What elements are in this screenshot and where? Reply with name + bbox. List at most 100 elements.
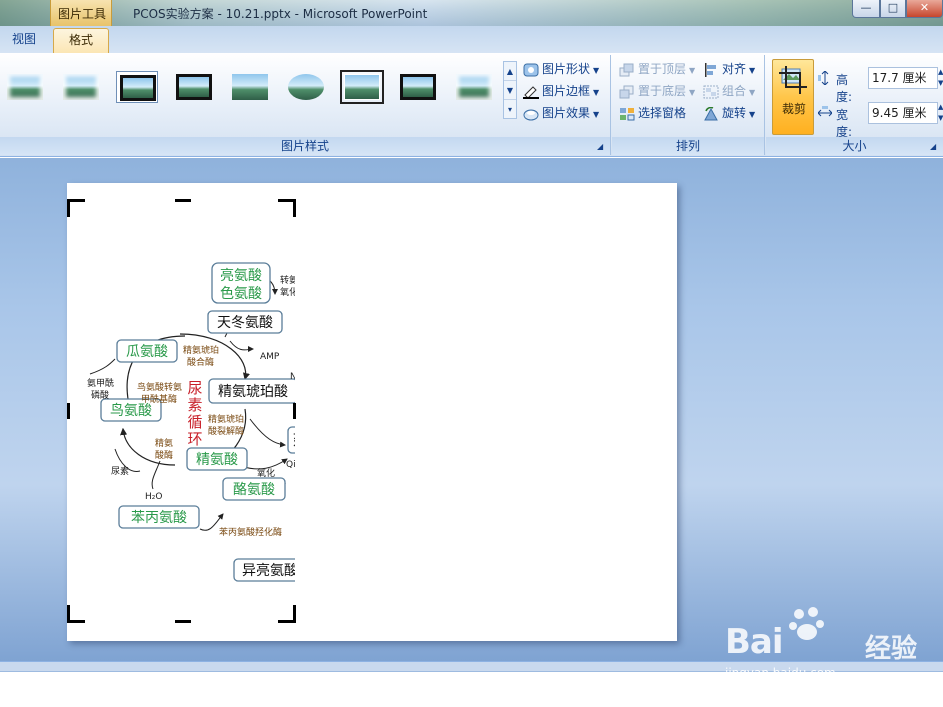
annot-carbamoyl-2: 磷酸 [91, 389, 109, 401]
cycle-label-1: 尿 [187, 379, 202, 397]
crop-handle-left[interactable] [67, 403, 70, 419]
picture-effects-icon [523, 109, 539, 120]
rotate-icon [704, 106, 718, 120]
height-icon [818, 71, 829, 85]
crop-handle-top-right[interactable] [293, 199, 296, 217]
picture-effects-button[interactable]: 图片效果 ▼ [523, 103, 599, 123]
style-thumbnail[interactable] [397, 71, 439, 103]
selection-pane-label: 选择窗格 [638, 106, 687, 120]
annot-carbamoyl-1: 氨甲酰 [87, 377, 114, 389]
gallery-down-icon[interactable]: ▼ [504, 81, 516, 100]
spin-down-icon[interactable]: ▼ [938, 113, 943, 124]
node-leu-text: 亮氨酸 [220, 267, 262, 284]
node-citrulline-text: 瓜氨酸 [126, 344, 168, 360]
annot-arginase-2: 酸酶 [155, 449, 173, 461]
rotate-button[interactable]: 旋转 ▼ [703, 103, 755, 123]
bring-to-front-icon [619, 63, 634, 76]
picture-border-button[interactable]: 图片边框 ▼ [523, 81, 599, 101]
send-to-back-label: 置于底层 [638, 84, 687, 98]
width-input[interactable]: 9.45 厘米 [868, 102, 938, 124]
style-thumbnail[interactable] [285, 71, 327, 103]
group-label-size: 大小 [766, 137, 943, 155]
send-to-back-icon [619, 85, 634, 98]
spin-up-icon[interactable]: ▲ [938, 102, 943, 113]
crop-handle-right[interactable] [293, 403, 296, 419]
contextual-tab-label: 图片工具 [57, 7, 106, 21]
crop-handle-bottom-right[interactable] [293, 605, 296, 623]
style-preview [232, 74, 268, 100]
width-label: 宽度: [836, 108, 853, 139]
group-button[interactable]: 组合 ▼ [703, 81, 755, 101]
style-thumbnail[interactable] [173, 71, 215, 103]
group-label-arrange: 排列 [612, 137, 764, 155]
style-preview [340, 70, 384, 104]
cycle-label-4: 环 [187, 430, 202, 448]
slide[interactable]: 亮氨酸 色氨酸 天冬氨酸 瓜氨酸 精氨琥珀酸 鸟氨酸 精氨酸 酪氨酸 苯丙氨酸 … [67, 183, 677, 641]
style-thumbnail[interactable] [116, 71, 158, 103]
picture-shape-label: 图片形状 [542, 62, 591, 76]
minimize-button[interactable]: — [852, 0, 880, 18]
maximize-button[interactable]: □ [880, 0, 906, 18]
selection-pane-button[interactable]: 选择窗格 [619, 103, 686, 123]
picture-effects-label: 图片效果 [542, 106, 591, 120]
selection-pane-icon [620, 107, 635, 120]
annot-ass-2: 酸合酶 [187, 356, 214, 368]
window-title: PCOS实验方案 - 10.21.pptx - Microsoft PowerP… [133, 7, 428, 21]
cropped-picture[interactable]: 亮氨酸 色氨酸 天冬氨酸 瓜氨酸 精氨琥珀酸 鸟氨酸 精氨酸 酪氨酸 苯丙氨酸 … [75, 209, 295, 617]
bring-to-front-button[interactable]: 置于顶层 ▼ [619, 59, 695, 79]
dialog-launcher-icon[interactable]: ◢ [930, 142, 940, 152]
annot-otc-1: 鸟氨酸转氨 [137, 381, 182, 393]
annot-asl-1: 精氨琥珀 [208, 413, 244, 425]
title-bar: 图片工具 PCOS实验方案 - 10.21.pptx - Microsoft P… [0, 0, 943, 26]
align-button[interactable]: 对齐 ▼ [703, 59, 755, 79]
annot-arginase-1: 精氨 [155, 437, 173, 449]
node-argsucc-text: 精氨琥珀酸 [218, 384, 288, 400]
style-thumbnail[interactable] [453, 71, 495, 103]
dropdown-arrow-icon: ▼ [593, 88, 600, 97]
group-label-picture-styles: 图片样式 [0, 137, 610, 155]
gallery-up-icon[interactable]: ▲ [504, 62, 516, 81]
crop-handle-top-left[interactable] [67, 199, 70, 217]
style-preview [63, 74, 99, 100]
node-trp-text: 色氨酸 [220, 285, 262, 302]
style-preview [456, 74, 492, 100]
crop-label: 裁剪 [781, 102, 806, 116]
picture-shape-button[interactable]: 图片形状 ▼ [523, 59, 599, 79]
gallery-scroll: ▲ ▼ ▾ [503, 61, 517, 119]
gallery-more-icon[interactable]: ▾ [504, 100, 516, 119]
style-thumbnail[interactable] [60, 71, 102, 103]
annot-qi: Qi [286, 460, 295, 470]
style-preview [288, 74, 324, 100]
crop-handle-top[interactable] [175, 199, 191, 202]
dropdown-arrow-icon: ▼ [689, 66, 696, 75]
tab-view[interactable]: 视图 [0, 28, 48, 53]
dialog-launcher-icon[interactable]: ◢ [597, 142, 607, 152]
spin-down-icon[interactable]: ▼ [938, 78, 943, 89]
group-label-text: 组合 [722, 84, 747, 98]
watermark-cn: 经验 [865, 634, 918, 664]
close-button[interactable]: ✕ [906, 0, 943, 18]
style-preview [7, 74, 43, 100]
height-input[interactable]: 17.7 厘米 [868, 67, 938, 89]
spin-up-icon[interactable]: ▲ [938, 67, 943, 78]
node-phe-text: 苯丙氨酸 [131, 509, 187, 526]
crop-handle-bottom-left[interactable] [67, 605, 70, 623]
crop-button[interactable]: 裁剪 [772, 59, 814, 135]
style-thumbnail[interactable] [4, 71, 46, 103]
send-to-back-button[interactable]: 置于底层 ▼ [619, 81, 695, 101]
height-label: 高度: [836, 73, 853, 104]
annot-oxid: 氧化酶 [280, 286, 295, 298]
urea-cycle-diagram: 亮氨酸 色氨酸 天冬氨酸 瓜氨酸 精氨琥珀酸 鸟氨酸 精氨酸 酪氨酸 苯丙氨酸 … [87, 262, 295, 582]
tab-format[interactable]: 格式 [53, 28, 109, 53]
annot-pah: 苯丙氨酸羟化酶 [219, 526, 282, 538]
cycle-label-2: 素 [187, 396, 202, 414]
bring-to-front-label: 置于顶层 [638, 62, 687, 76]
rotate-label: 旋转 [722, 106, 747, 120]
width-spinner[interactable]: ▲ ▼ [938, 102, 943, 124]
style-thumbnail[interactable] [229, 71, 271, 103]
crop-handle-bottom[interactable] [175, 620, 191, 623]
style-thumbnail[interactable] [340, 70, 384, 104]
height-spinner[interactable]: ▲ ▼ [938, 67, 943, 89]
dropdown-arrow-icon: ▼ [689, 88, 696, 97]
baidu-jingyan-watermark: Bai 经验 jingyan.baidu.com [725, 604, 925, 684]
